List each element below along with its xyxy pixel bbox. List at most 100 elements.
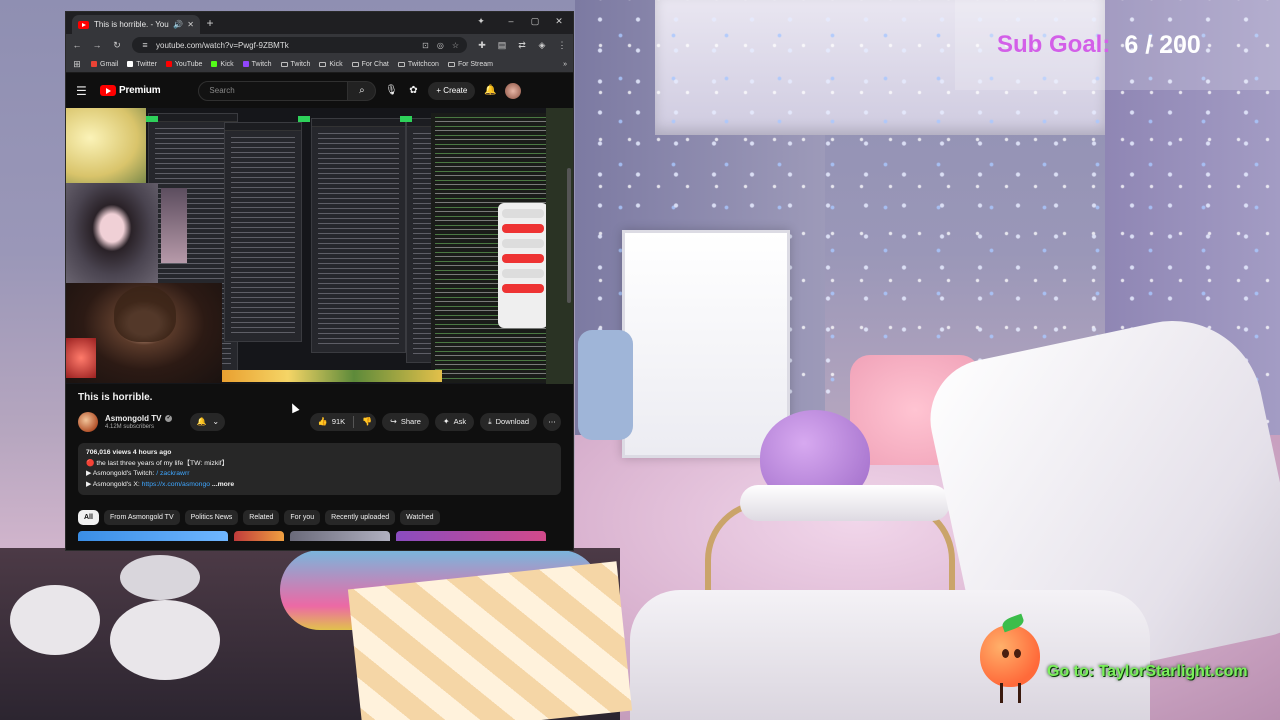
white-board (622, 230, 790, 458)
create-button[interactable]: + Create (428, 81, 476, 100)
maximize-icon[interactable]: ▢ (528, 16, 542, 27)
url-text: youtube.com/watch?v=Pwgf-9ZBMTk (156, 40, 289, 50)
minimize-icon[interactable]: – (504, 16, 518, 26)
bookmark-twitchcon[interactable]: Twitchcon (397, 61, 439, 68)
thumbs-down-icon[interactable]: 👎 (362, 413, 372, 431)
view-stats: 706,016 views 4 hours ago (86, 449, 172, 456)
download-button[interactable]: ⤓ Download (480, 413, 537, 431)
plush-toy (120, 555, 200, 600)
video-thumbnail[interactable] (396, 531, 546, 541)
bookmark-for-stream[interactable]: For Stream (447, 60, 493, 68)
extension-ghost-icon[interactable]: ✿ (406, 85, 420, 96)
bookmark-label: For Stream (457, 60, 493, 68)
sidebar-icon[interactable]: ▤ (497, 40, 507, 51)
description-line: ▶ Asmongold's X: https://x.com/asmongo .… (86, 480, 553, 491)
reload-icon[interactable]: ↻ (112, 40, 122, 51)
bookmark-twitter[interactable]: Twitter (127, 61, 157, 68)
ask-label: Ask (453, 417, 467, 426)
page-scrollbar[interactable] (567, 168, 571, 303)
notifications-bell-icon[interactable]: 🔔 (483, 85, 497, 96)
bookmark-kick[interactable]: Kick (211, 61, 234, 68)
video-thumbnail[interactable] (290, 531, 390, 541)
video-green-tag (298, 116, 310, 122)
video-taskbar (222, 370, 442, 382)
chip-all[interactable]: All (78, 510, 99, 525)
recommendation-chips: All From Asmongold TV Politics News Related… (78, 510, 561, 525)
promo-text: Go to: TaylorStarlight.com (1047, 663, 1248, 680)
show-more-link[interactable]: ...more (212, 481, 234, 488)
tab-title: This is horrible. - YouTube (94, 20, 169, 29)
site-info-icon[interactable]: ≡ (140, 40, 150, 50)
favicon-icon (91, 61, 97, 67)
twitch-link[interactable]: / zackrawrr (156, 470, 189, 477)
video-red-light (66, 338, 96, 378)
address-bar[interactable]: ≡ youtube.com/watch?v=Pwgf-9ZBMTk ⊡ ◎ ☆ (132, 37, 467, 53)
verified-icon: ✓ (165, 415, 173, 422)
description-box[interactable]: 706,016 views 4 hours ago 🔴 the last thr… (78, 443, 561, 495)
download-icon: ⤓ (488, 417, 492, 426)
bookmark-for-chat[interactable]: For Chat (351, 61, 389, 68)
menu-icon[interactable]: ⋮ (557, 40, 567, 51)
bookmark-gmail[interactable]: Gmail (91, 61, 118, 68)
share-button[interactable]: ↪ Share (382, 413, 429, 431)
chair-arm-pad (740, 485, 950, 521)
chip-recently-uploaded[interactable]: Recently uploaded (325, 510, 396, 525)
chip-for-you[interactable]: For you (284, 510, 321, 525)
speaker-icon[interactable]: 🔊 (173, 20, 183, 29)
more-actions-button[interactable]: ⋯ (543, 413, 561, 431)
video-facecam-girl (66, 183, 158, 283)
chip-related[interactable]: Related (243, 510, 280, 525)
channel-meta: Asmongold TV ✓ 4.12M subscribers (105, 414, 173, 430)
x-link[interactable]: https://x.com/asmongo (142, 481, 210, 488)
thumbs-up-icon[interactable]: 👍 (318, 413, 328, 431)
search-input[interactable]: Search (198, 80, 349, 101)
apps-icon[interactable]: ⊞ (72, 59, 82, 70)
share-label: Share (400, 417, 421, 426)
bookmark-twitch[interactable]: Twitch (280, 61, 310, 68)
bookmark-youtube[interactable]: YouTube (165, 61, 202, 68)
shield-icon[interactable]: ◈ (537, 40, 547, 51)
back-icon[interactable]: ← (72, 40, 82, 50)
tab-youtube[interactable]: This is horrible. - YouTube 🔊 ✕ (72, 15, 200, 34)
star-icon[interactable]: ☆ (452, 41, 459, 50)
youtube-logo[interactable]: Premium (100, 85, 161, 96)
tab-search-icon[interactable]: ✦ (474, 16, 488, 27)
folder-icon (397, 61, 405, 67)
video-green-tag (146, 116, 158, 122)
bookmarks-bar: ⊞ Gmail Twitter YouTube Kick Twitch Twitch Kic… (66, 56, 573, 73)
plush-toy (10, 585, 100, 655)
new-tab-button[interactable]: + (202, 16, 218, 32)
video-player[interactable] (66, 108, 573, 384)
close-window-icon[interactable]: ✕ (552, 16, 566, 27)
bookmark-kick[interactable]: Kick (319, 61, 343, 68)
ask-button[interactable]: ✦ Ask (434, 413, 475, 431)
extensions-icon[interactable]: ✚ (477, 40, 487, 51)
plush-toy (110, 600, 220, 680)
chip-politics-news[interactable]: Politics News (184, 510, 239, 525)
microphone-icon[interactable]: 🎙 (384, 85, 398, 96)
search-button[interactable]: ⌕ (348, 80, 377, 101)
video-screen-window (224, 122, 302, 342)
video-thumbnail[interactable] (78, 531, 228, 541)
bookmark-twitch[interactable]: Twitch (242, 61, 272, 68)
youtube-header: ☰ Premium Search ⌕ 🎙 ✿ + Create 🔔 (66, 73, 573, 108)
hamburger-menu-icon[interactable]: ☰ (76, 84, 92, 98)
close-icon[interactable]: ✕ (187, 20, 194, 29)
eye-off-icon[interactable]: ◎ (437, 41, 444, 50)
forward-icon[interactable]: → (92, 40, 102, 50)
install-icon[interactable]: ⊡ (422, 41, 429, 50)
bell-icon: 🔔 (196, 417, 207, 426)
account-avatar[interactable] (505, 82, 522, 99)
like-count[interactable]: 91K (332, 413, 345, 431)
chip-from-asmongold-tv[interactable]: From Asmongold TV (103, 510, 180, 525)
video-phone-screenshot (498, 203, 548, 328)
subscribed-bell-button[interactable]: 🔔 ⌄ (190, 413, 226, 431)
channel-name[interactable]: Asmongold TV (105, 414, 161, 423)
bookmarks-overflow-icon[interactable]: » (563, 61, 567, 68)
channel-avatar[interactable] (78, 412, 98, 432)
chevron-down-icon: ⌄ (212, 417, 220, 426)
video-thumbnail[interactable] (234, 531, 284, 541)
like-dislike-group: 👍 91K 👎 (309, 413, 377, 431)
cast-icon[interactable]: ⇄ (517, 40, 527, 51)
chip-watched[interactable]: Watched (400, 510, 440, 525)
